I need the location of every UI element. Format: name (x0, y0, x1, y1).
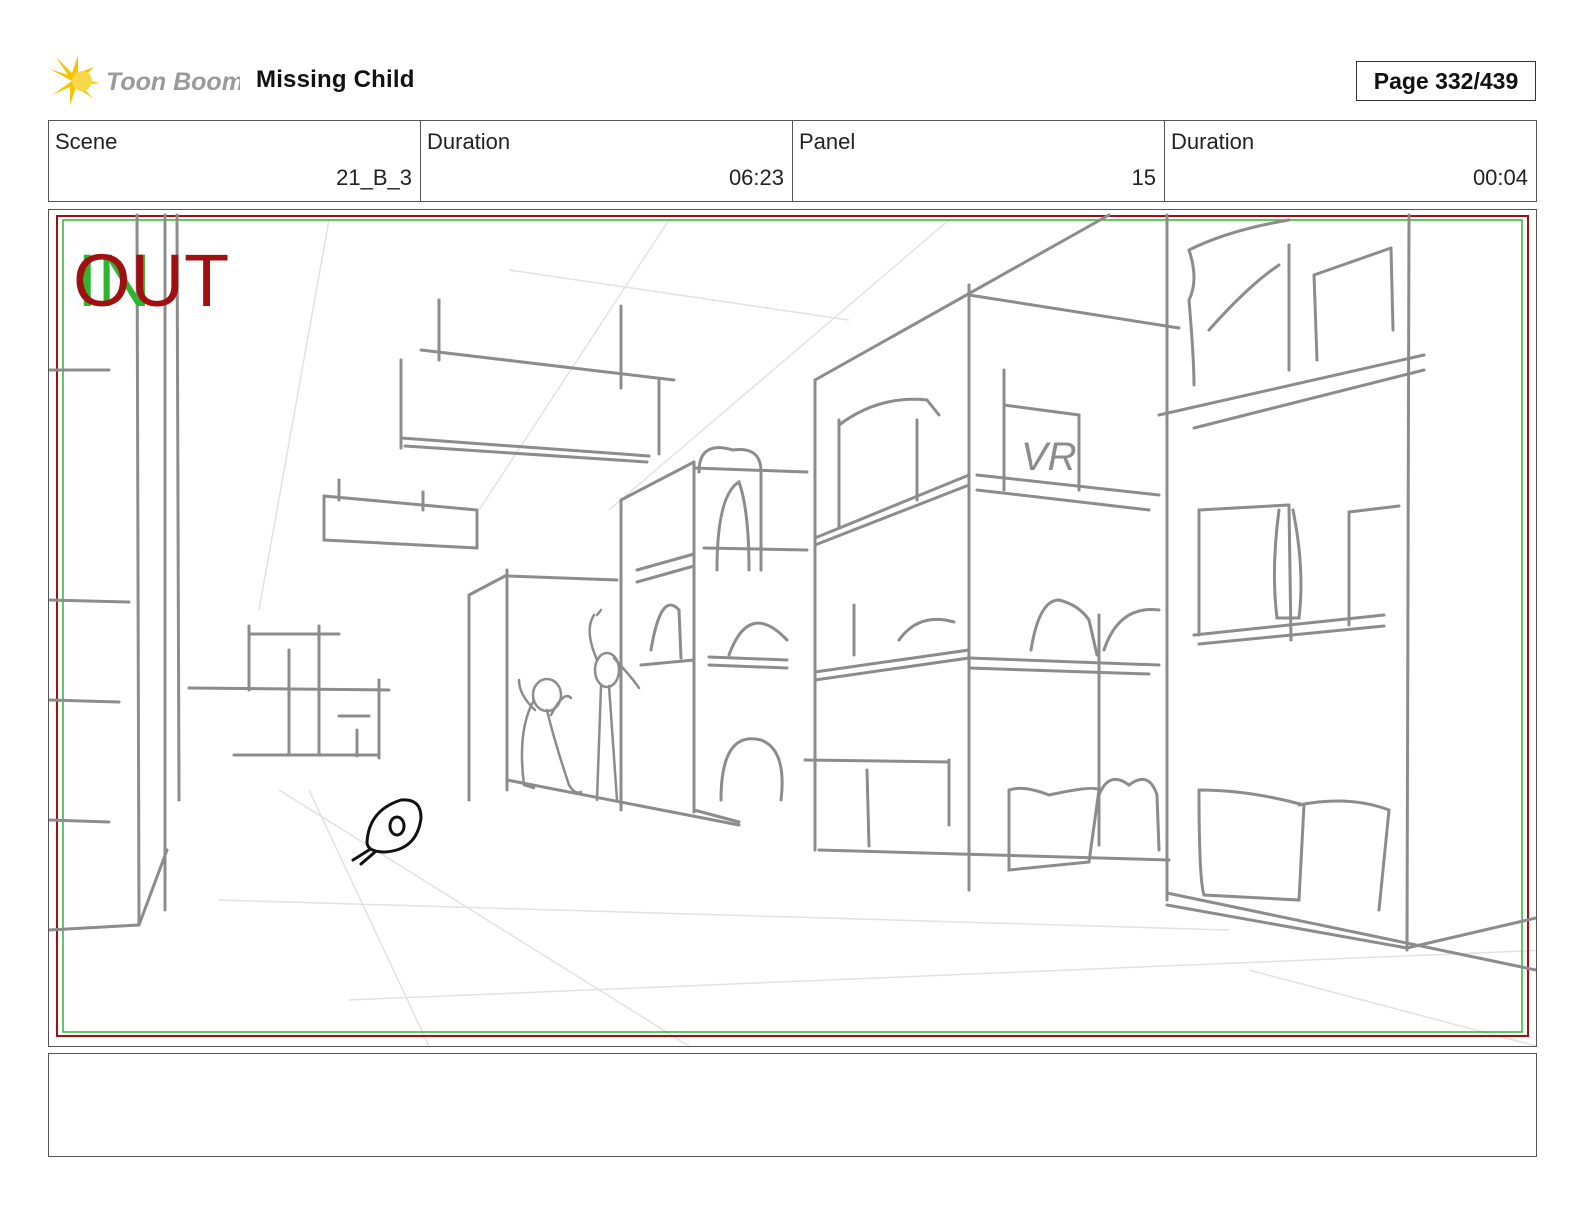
scene-label: Scene (55, 129, 118, 154)
camera-focus-icon (351, 798, 423, 866)
logo-text: Toon Boom (106, 68, 240, 96)
dialogue-notes-box[interactable] (48, 1053, 1537, 1157)
scene-duration-value: 06:23 (728, 165, 784, 190)
scene-value: 21_B_3 (336, 165, 412, 190)
background-sketch (49, 213, 1536, 972)
panel-label: Panel (799, 129, 856, 154)
scene-duration-label: Duration (427, 129, 511, 154)
scene-duration-cell: Duration 06:23 (421, 121, 793, 201)
panel-duration-value: 00:04 (1472, 165, 1528, 190)
panel-cell: Panel 15 (793, 121, 1165, 201)
page-indicator: Page 332/439 (1356, 61, 1536, 101)
panel-value: 15 (1131, 165, 1156, 190)
panel-duration-label: Duration (1171, 129, 1255, 154)
in-frame (62, 219, 1523, 1033)
storyboard-panel: VR IN OUT (48, 209, 1537, 1047)
vr-sign-text: VR (1021, 435, 1077, 479)
project-title: Missing Child (256, 66, 415, 93)
scene-cell: Scene 21_B_3 (49, 121, 421, 201)
out-frame (56, 215, 1529, 1037)
panel-duration-cell: Duration 00:04 (1165, 121, 1536, 201)
starburst-icon: Toon Boom (50, 55, 244, 105)
toon-boom-logo: Toon Boom (50, 55, 244, 107)
out-marker: OUT (73, 239, 229, 322)
panel-info-table: Scene 21_B_3 Duration 06:23 Panel 15 Dur… (48, 120, 1537, 202)
panel-sketch: VR IN OUT (49, 213, 1536, 1046)
